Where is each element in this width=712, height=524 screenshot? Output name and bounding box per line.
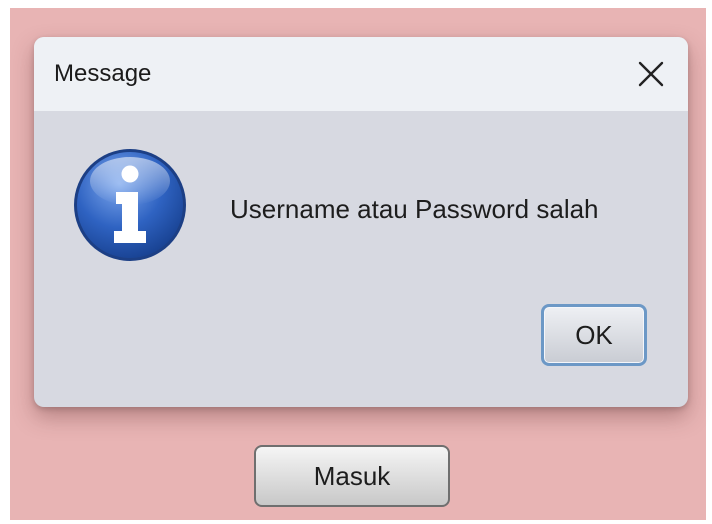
- masuk-button-label: Masuk: [313, 460, 391, 491]
- ok-button[interactable]: OK: [541, 304, 647, 366]
- dialog-titlebar: Message: [34, 37, 688, 111]
- message-dialog: Message Username atau Password salah OK: [34, 37, 688, 407]
- close-button[interactable]: [628, 51, 674, 97]
- dialog-title: Message: [54, 60, 152, 87]
- ok-button-label: OK: [575, 319, 613, 350]
- close-icon: [638, 61, 664, 87]
- info-icon: [74, 149, 186, 261]
- dialog-message: Username atau Password salah: [230, 194, 599, 224]
- masuk-button[interactable]: Masuk: [254, 445, 450, 507]
